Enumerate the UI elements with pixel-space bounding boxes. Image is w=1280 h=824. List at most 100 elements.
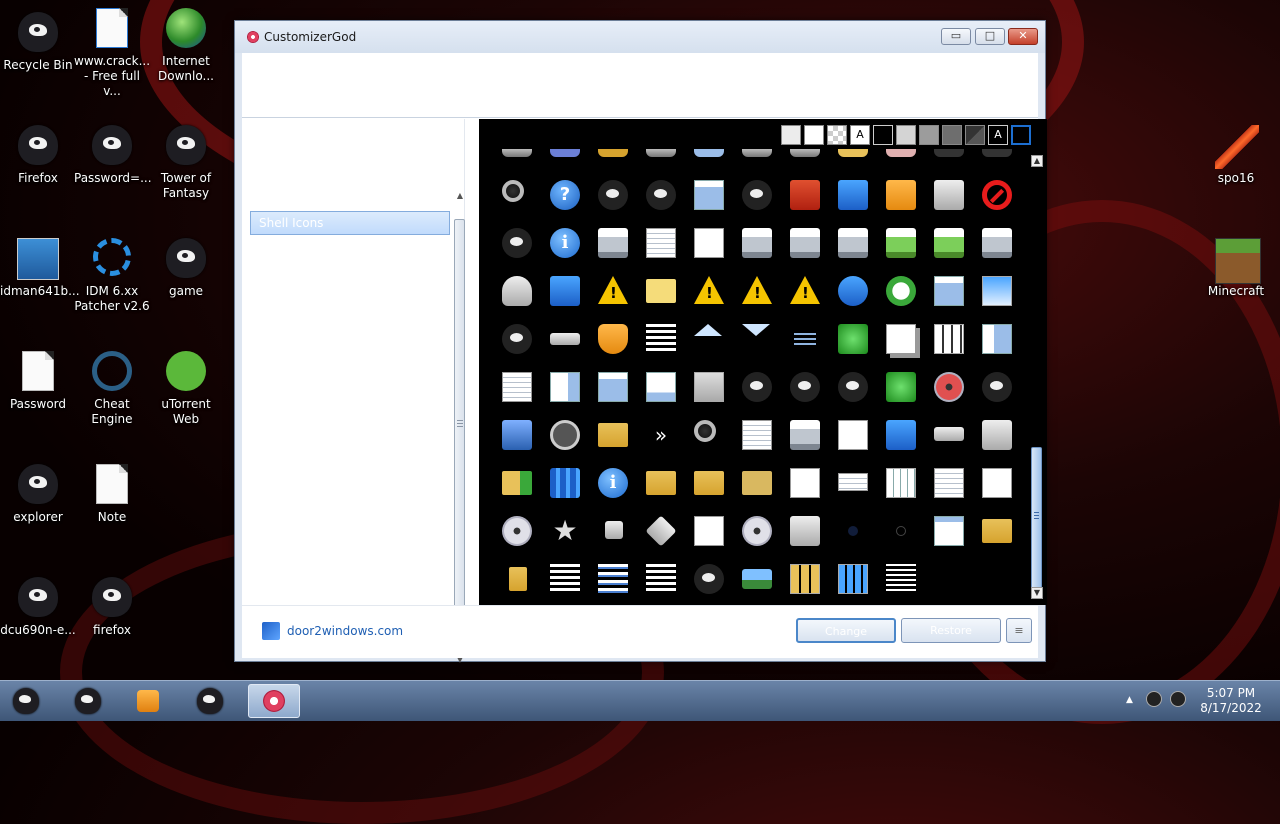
no-entry-icon[interactable] <box>973 171 1021 219</box>
door2windows-link[interactable]: door2windows.com <box>287 624 403 638</box>
desktop-icon-minecraft[interactable]: Minecraft <box>1198 238 1274 299</box>
desktop-icon-password-eq[interactable]: Password=... <box>74 125 152 186</box>
close-button[interactable]: ✕ <box>1008 28 1038 45</box>
start-button[interactable] <box>0 684 52 718</box>
computer-monitor-icon[interactable] <box>877 411 925 459</box>
ghost-icon[interactable] <box>637 171 685 219</box>
swatch-text-dark[interactable]: A <box>988 125 1008 145</box>
info-icon[interactable]: i <box>541 219 589 267</box>
icon-cell[interactable] <box>637 149 685 161</box>
desktop-icon-game[interactable]: game <box>148 238 224 299</box>
arrow-up-icon[interactable] <box>685 315 733 363</box>
search-magnifier-icon[interactable] <box>685 411 733 459</box>
swatch-checker[interactable] <box>827 125 847 145</box>
user-search-icon[interactable] <box>781 507 829 555</box>
ghost-icon[interactable] <box>493 315 541 363</box>
dot-ring-icon[interactable] <box>877 507 925 555</box>
desktop-icon-dcu690n[interactable]: dcu690n-e... <box>0 577 76 638</box>
icon-cell[interactable] <box>829 149 877 161</box>
dot-dark-icon[interactable] <box>829 507 877 555</box>
printer-green-icon[interactable] <box>925 219 973 267</box>
star-icon[interactable]: ★ <box>541 507 589 555</box>
folder-tree-icon[interactable] <box>493 555 541 603</box>
media-play-icon[interactable] <box>877 363 925 411</box>
desktop-icon-spo16[interactable]: spo16 <box>1198 125 1274 186</box>
taskbar-pinned-app[interactable] <box>62 684 114 718</box>
ghost-icon[interactable] <box>589 171 637 219</box>
ghost-icon[interactable] <box>973 363 1021 411</box>
scrollbar-thumb[interactable] <box>454 219 465 631</box>
desktop-icon-idm-patcher[interactable]: IDM 6.xx Patcher v2.6 <box>74 238 150 314</box>
menu-button[interactable]: ≡ <box>1006 618 1032 643</box>
desktop-icon-firefox-2[interactable]: firefox <box>74 577 150 638</box>
details-list-icon[interactable] <box>541 555 589 603</box>
scroll-up-arrow-icon[interactable]: ▲ <box>1031 155 1043 167</box>
help-document-icon[interactable] <box>685 219 733 267</box>
thumbnails-large-icon[interactable] <box>829 555 877 603</box>
icon-cell[interactable] <box>541 149 589 161</box>
network-icon[interactable] <box>541 459 589 507</box>
edit-document-icon[interactable] <box>829 171 877 219</box>
edit-document-icon[interactable] <box>733 411 781 459</box>
swatch-light-gray[interactable] <box>781 125 801 145</box>
preview-pane-icon[interactable] <box>973 315 1021 363</box>
printer-icon[interactable] <box>589 219 637 267</box>
taskbar-customizergod[interactable] <box>248 684 300 718</box>
warning-icon[interactable] <box>589 267 637 315</box>
power-icon[interactable] <box>781 171 829 219</box>
copy-pages-icon[interactable] <box>877 315 925 363</box>
blank-page-icon[interactable] <box>685 507 733 555</box>
layout-top-pane-icon[interactable] <box>589 363 637 411</box>
chevrons-right-icon[interactable]: » <box>637 411 685 459</box>
users-icon[interactable] <box>493 411 541 459</box>
printer-icon[interactable] <box>733 219 781 267</box>
folder-add-icon[interactable] <box>685 459 733 507</box>
go-arrow-icon[interactable] <box>829 315 877 363</box>
fax-icon[interactable] <box>781 411 829 459</box>
details-list-icon[interactable] <box>637 555 685 603</box>
warning-icon[interactable] <box>781 267 829 315</box>
desktop-icon-explorer[interactable]: explorer <box>0 464 76 525</box>
list-lines-icon[interactable] <box>877 555 925 603</box>
category-item-shell-icons[interactable]: Shell Icons <box>250 211 450 235</box>
swatch-gray-2[interactable] <box>919 125 939 145</box>
ghost-icon[interactable] <box>829 363 877 411</box>
desktop-icon-password[interactable]: Password <box>0 351 76 412</box>
disconnect-icon[interactable] <box>973 411 1021 459</box>
ghost-icon[interactable] <box>781 363 829 411</box>
calendar-grid-icon[interactable] <box>877 459 925 507</box>
taskbar-media-player[interactable] <box>122 684 174 718</box>
fax-icon[interactable] <box>829 219 877 267</box>
network-drive-icon[interactable] <box>925 411 973 459</box>
ghost-icon[interactable] <box>685 555 733 603</box>
swatch-dark[interactable] <box>965 125 985 145</box>
scanner-icon[interactable] <box>493 267 541 315</box>
swatch-selected-black[interactable] <box>1011 125 1031 145</box>
computer-network-icon[interactable] <box>685 171 733 219</box>
printer-green-icon[interactable] <box>877 219 925 267</box>
icon-cell[interactable] <box>589 149 637 161</box>
restore-button[interactable]: Restore <box>901 618 1001 643</box>
folder-add-icon[interactable] <box>637 459 685 507</box>
details-view-icon[interactable] <box>637 315 685 363</box>
display-settings-icon[interactable] <box>973 267 1021 315</box>
clock-icon[interactable] <box>541 411 589 459</box>
open-folder-icon[interactable] <box>589 411 637 459</box>
taskbar-clock[interactable]: 5:07 PM 8/17/2022 <box>1196 686 1266 716</box>
delete-document-icon[interactable] <box>829 411 877 459</box>
icon-cell[interactable] <box>733 149 781 161</box>
category-list-scrollbar[interactable]: ▲ ▼ <box>454 191 466 667</box>
desktop-icon-utorrent-web[interactable]: uTorrent Web <box>148 351 224 427</box>
icon-cell[interactable] <box>925 149 973 161</box>
icon-grid-scrollbar[interactable]: ▲ ▼ <box>1029 149 1045 605</box>
scrollbar-thumb[interactable] <box>1031 447 1042 597</box>
maximize-button[interactable]: □ <box>975 28 1005 45</box>
warning-icon[interactable] <box>733 267 781 315</box>
network-search-icon[interactable] <box>925 171 973 219</box>
icon-cell[interactable] <box>877 149 925 161</box>
warning-icon[interactable] <box>685 267 733 315</box>
security-shield-icon[interactable] <box>589 315 637 363</box>
tiles-list-icon[interactable] <box>589 555 637 603</box>
taskbar-pinned-app[interactable] <box>184 684 236 718</box>
network-printer-icon[interactable] <box>973 219 1021 267</box>
